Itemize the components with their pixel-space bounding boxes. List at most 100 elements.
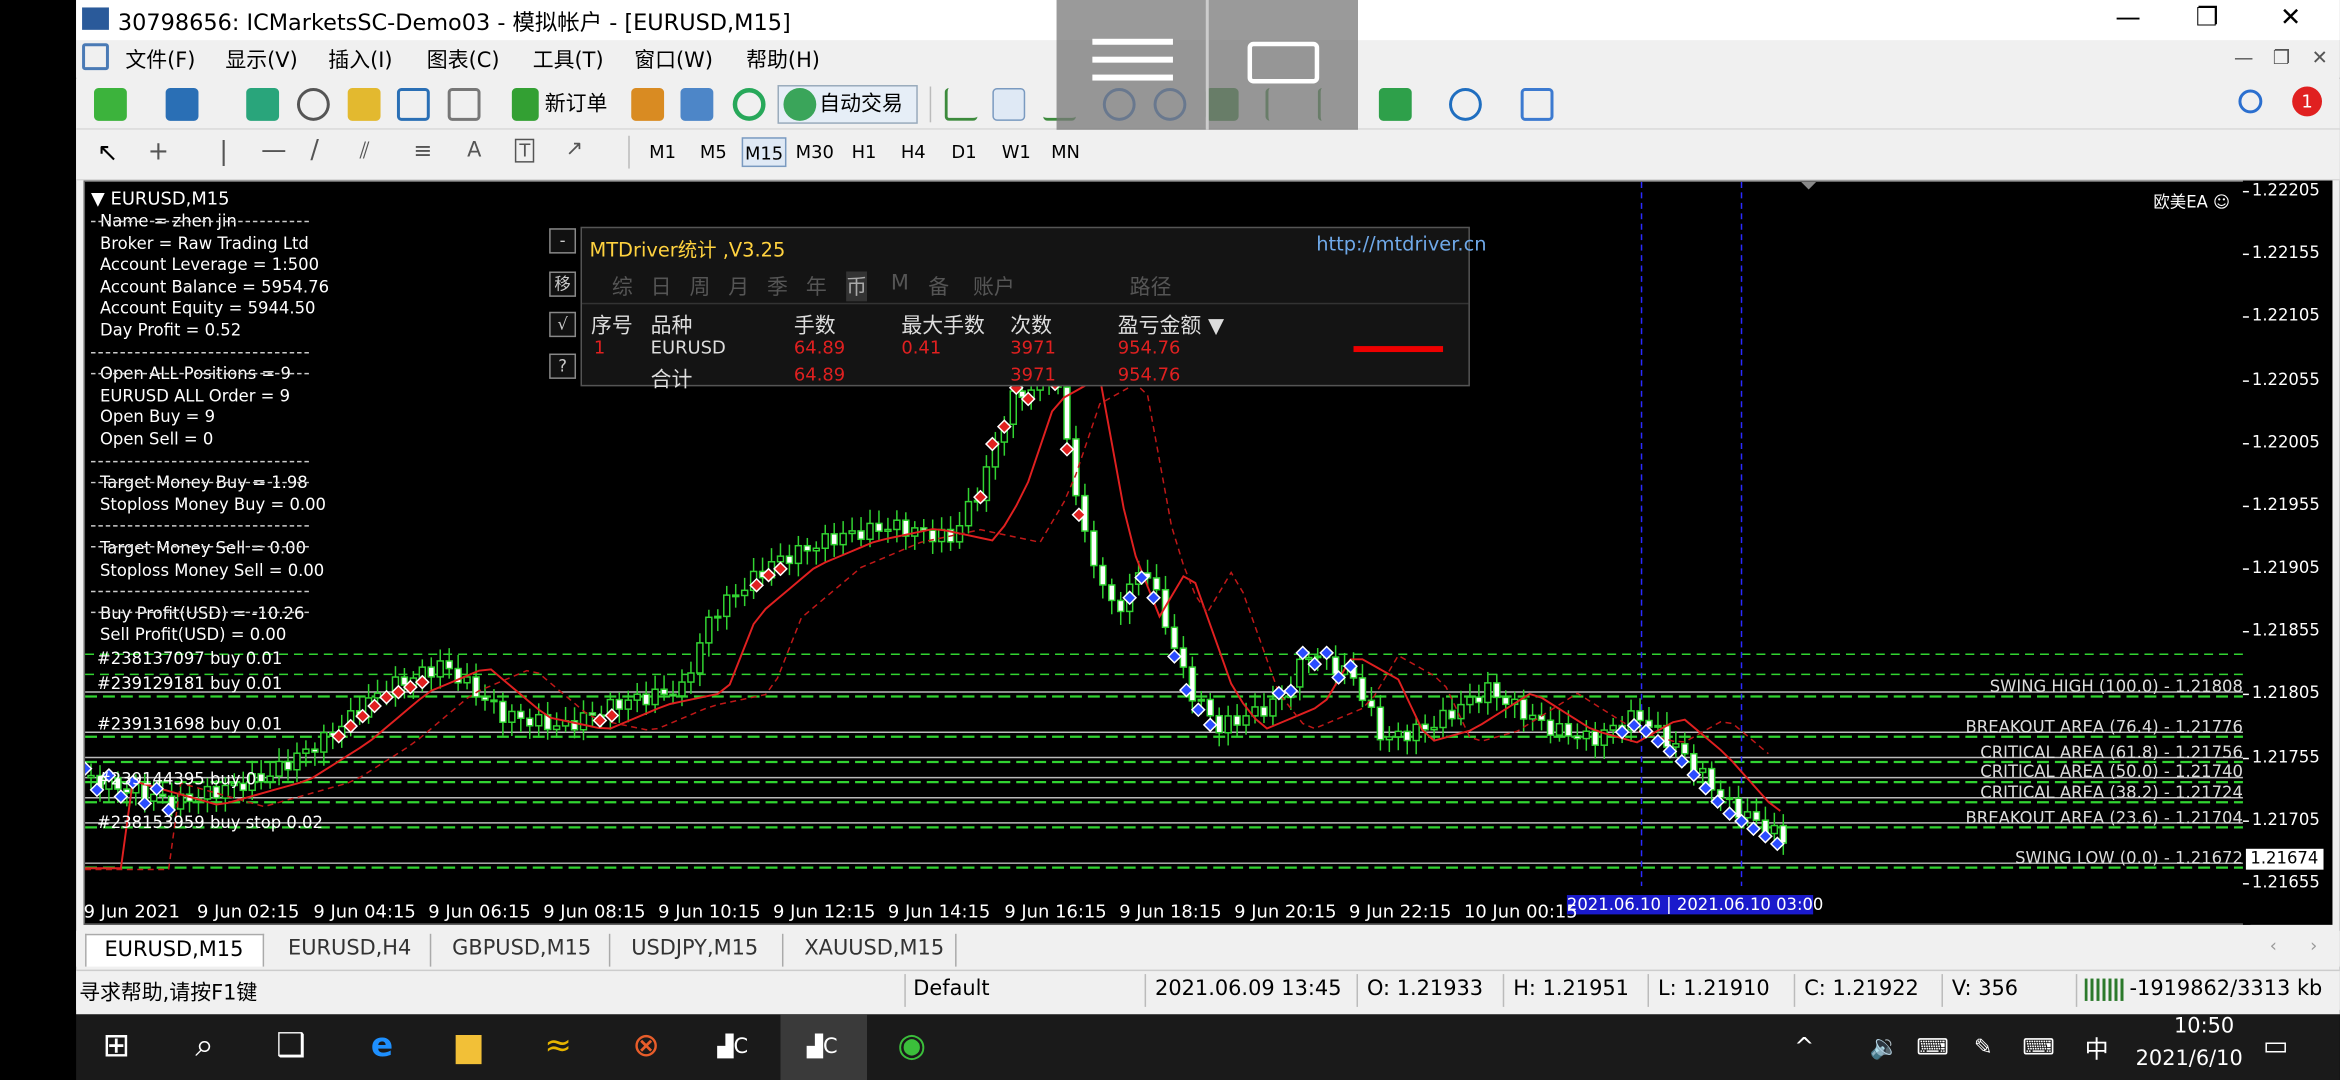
chart-tab[interactable]: EURUSD,H4: [270, 933, 432, 967]
mtdriver-tab[interactable]: 综: [612, 271, 633, 301]
mdi-restore-button[interactable]: ❐: [2273, 48, 2290, 70]
horizontal-line-icon[interactable]: —: [261, 136, 286, 166]
status-volume: V: 356: [1951, 977, 2019, 1001]
timeframe-h4[interactable]: H4: [895, 137, 931, 167]
cursor-icon[interactable]: ↖: [97, 139, 118, 169]
minimize-button[interactable]: —: [2094, 0, 2163, 40]
arrows-icon[interactable]: ↗: [566, 137, 584, 161]
signals-icon[interactable]: [732, 88, 766, 121]
network-icon[interactable]: ⌨: [1906, 1020, 1960, 1074]
timeframe-w1[interactable]: W1: [998, 137, 1034, 167]
touch-keyboard-icon[interactable]: ⌨: [2012, 1020, 2066, 1074]
timeframe-m1[interactable]: M1: [643, 137, 682, 167]
menu-window[interactable]: 窗口(W): [634, 45, 713, 75]
indicators-icon[interactable]: [1378, 88, 1412, 121]
periods-icon[interactable]: [1449, 88, 1482, 121]
chevron-up-icon[interactable]: ^: [1777, 1020, 1831, 1074]
templates-icon[interactable]: [1520, 88, 1554, 121]
restore-button[interactable]: ❐: [2173, 0, 2242, 40]
timeframe-m30[interactable]: M30: [792, 137, 837, 167]
fib-level-label: BREAKOUT AREA (23.6) - 1.21704: [1965, 807, 2243, 828]
notification-badge[interactable]: 1: [2292, 86, 2323, 117]
crosshair-icon[interactable]: +: [148, 137, 169, 167]
edge-icon[interactable]: e: [355, 1020, 409, 1074]
metaeditor-icon[interactable]: [631, 88, 665, 121]
timeframe-m15[interactable]: M15: [741, 137, 787, 168]
mtdriver-tab[interactable]: 币: [846, 271, 868, 302]
mtdriver-tab[interactable]: 账户: [973, 271, 1015, 301]
info-line: Stoploss Money Sell = 0.00: [99, 560, 325, 580]
mtdriver-side-button[interactable]: ?: [549, 353, 577, 379]
timeframe-m5[interactable]: M5: [694, 137, 733, 167]
navigator-icon[interactable]: [347, 88, 381, 121]
chart-tab[interactable]: XAUUSD,M15: [786, 933, 957, 967]
market-watch-icon[interactable]: [246, 88, 280, 121]
candlestick-icon[interactable]: [992, 88, 1026, 121]
text-label-icon[interactable]: T: [514, 138, 535, 163]
mtdriver-tab[interactable]: 季: [767, 271, 788, 301]
mtdriver-tab[interactable]: 日: [651, 271, 672, 301]
clock-time[interactable]: 10:50: [2144, 1014, 2263, 1038]
fibonacci-icon[interactable]: ≡: [413, 137, 432, 164]
mtdriver-tab[interactable]: 周: [689, 271, 710, 301]
search-icon[interactable]: [2238, 89, 2263, 114]
mtdriver-tab[interactable]: 路径: [1130, 271, 1172, 301]
trendline-icon[interactable]: /: [310, 136, 319, 166]
search-icon[interactable]: ⌕: [178, 1020, 232, 1074]
mtdriver-side-button[interactable]: √: [549, 311, 577, 338]
timeframe-mn[interactable]: MN: [1046, 137, 1085, 167]
new-order-icon[interactable]: [511, 88, 539, 121]
vertical-line-icon[interactable]: |: [219, 137, 228, 167]
menu-view[interactable]: 显示(V): [225, 45, 297, 75]
menu-insert[interactable]: 插入(I): [328, 45, 392, 75]
bar-chart-icon[interactable]: [944, 88, 978, 121]
volume-icon[interactable]: 🔉: [1858, 1020, 1912, 1074]
new-chart-icon[interactable]: [94, 88, 127, 121]
ime-indicator[interactable]: 中: [2085, 1029, 2109, 1065]
mtdriver-side-button[interactable]: -: [549, 228, 577, 254]
new-order-button[interactable]: 新订单: [545, 88, 608, 118]
text-icon[interactable]: A: [467, 139, 481, 163]
mtdriver-side-button[interactable]: 移: [549, 271, 577, 297]
timeframe-h1[interactable]: H1: [846, 137, 882, 167]
tab-scroll-right-icon[interactable]: ›: [2310, 935, 2317, 956]
task-view-icon[interactable]: ❑: [264, 1020, 318, 1074]
metatrader-icon[interactable]: ▟C: [795, 1020, 849, 1074]
keyboard-icon[interactable]: [1247, 41, 1320, 84]
mdi-minimize-button[interactable]: —: [2234, 48, 2253, 70]
clock-date[interactable]: 2021/6/10: [2115, 1047, 2264, 1071]
menu-chart[interactable]: 图表(C): [427, 45, 500, 75]
strategy-tester-icon[interactable]: [447, 88, 481, 121]
metatrader-icon[interactable]: ▟C: [706, 1020, 760, 1074]
tab-scroll-left-icon[interactable]: ‹: [2270, 935, 2277, 956]
timeframe-d1[interactable]: D1: [946, 137, 982, 167]
mtdriver-tab[interactable]: 年: [806, 271, 827, 301]
close-button[interactable]: ✕: [2256, 0, 2325, 40]
start-icon[interactable]: ⊞: [90, 1020, 144, 1074]
menu-help[interactable]: 帮助(H): [746, 45, 820, 75]
data-window-icon[interactable]: [296, 88, 330, 121]
mtdriver-tab[interactable]: 月: [728, 271, 749, 301]
chart-tab[interactable]: GBPUSD,M15: [434, 933, 611, 967]
app-icon[interactable]: ⊗: [619, 1020, 673, 1074]
chart-tab[interactable]: EURUSD,M15: [85, 933, 265, 967]
profiles-icon[interactable]: [165, 88, 199, 121]
notifications-icon[interactable]: ▭: [2249, 1020, 2303, 1074]
menu-file[interactable]: 文件(F): [125, 45, 195, 75]
app-icon[interactable]: ◉: [885, 1020, 939, 1074]
mtdriver-tab[interactable]: 备: [928, 271, 949, 301]
mtdriver-url[interactable]: http://mtdriver.cn: [1316, 234, 1486, 256]
menu-tools[interactable]: 工具(T): [533, 45, 604, 75]
app-icon[interactable]: ≈: [531, 1020, 585, 1074]
pen-icon[interactable]: ✎: [1956, 1020, 2010, 1074]
file-explorer-icon[interactable]: ▆: [442, 1020, 496, 1074]
chart-shift-marker[interactable]: [1801, 181, 1817, 190]
strategy-icon[interactable]: [680, 88, 714, 121]
mtdriver-header[interactable]: 盈亏金额 ▼: [1118, 310, 1224, 340]
mtdriver-tab[interactable]: M: [891, 271, 909, 295]
mdi-close-button[interactable]: ✕: [2312, 48, 2328, 70]
terminal-icon[interactable]: [396, 88, 430, 121]
equidistant-channel-icon[interactable]: ⫽: [360, 137, 370, 164]
connection-icon[interactable]: [2084, 978, 2124, 1001]
chart-tab[interactable]: USDJPY,M15: [613, 933, 784, 967]
